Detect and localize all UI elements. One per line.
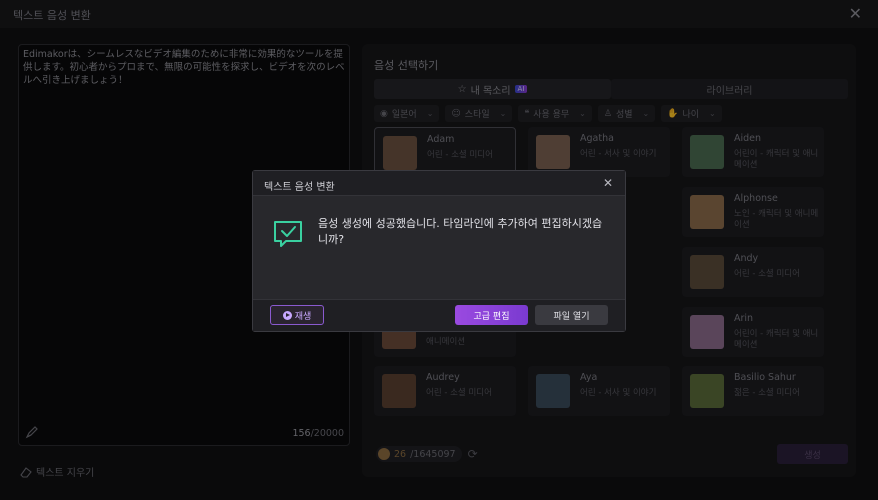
dialog-message: 음성 생성에 성공했습니다. 타임라인에 추가하여 편집하시겠습니까? [318, 217, 603, 246]
play-icon [282, 310, 292, 320]
advanced-edit-button[interactable]: 고급 편집 [455, 305, 528, 325]
play-label: 재생 [294, 311, 312, 322]
dialog-header: 텍스트 음성 변환 ✕ [253, 171, 625, 196]
dialog-title: 텍스트 음성 변환 [264, 182, 335, 193]
close-icon[interactable]: ✕ [603, 176, 613, 190]
open-file-button[interactable]: 파일 열기 [535, 305, 608, 325]
play-button[interactable]: 재생 [270, 305, 324, 325]
check-chat-icon [274, 221, 302, 247]
